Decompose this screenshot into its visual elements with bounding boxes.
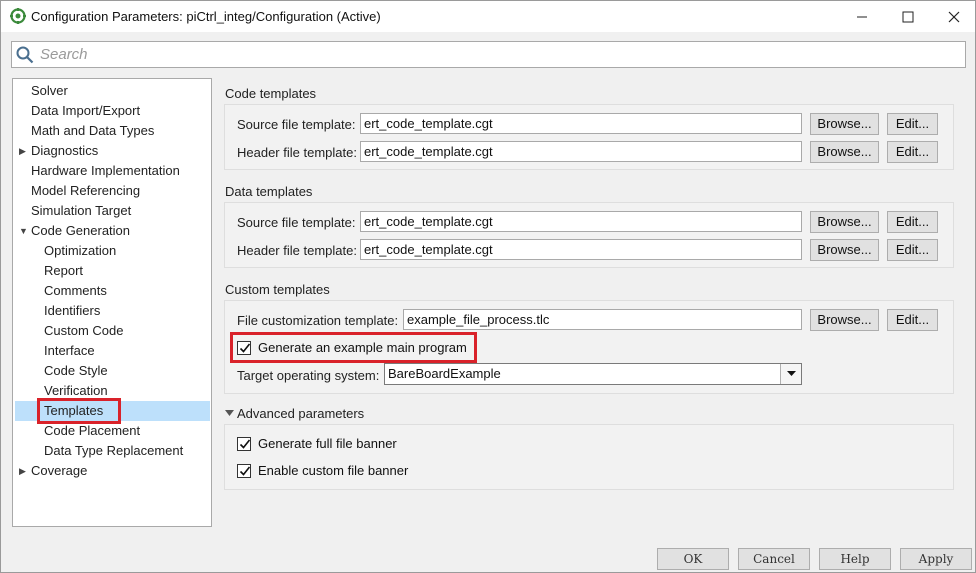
custom-templates-heading: Custom templates — [225, 282, 330, 297]
title-bar: Configuration Parameters: piCtrl_integ/C… — [1, 1, 975, 32]
search-box[interactable] — [11, 41, 966, 68]
tree-item-custom-code[interactable]: Custom Code — [44, 321, 123, 341]
tree-item-comments[interactable]: Comments — [44, 281, 107, 301]
file-customization-edit-button[interactable]: Edit... — [887, 309, 938, 331]
data-header-edit-button[interactable]: Edit... — [887, 239, 938, 261]
code-source-browse-button[interactable]: Browse... — [810, 113, 879, 135]
maximize-button[interactable] — [885, 1, 931, 32]
custom-file-banner-checkbox[interactable] — [237, 464, 251, 478]
file-customization-template-field[interactable]: example_file_process.tlc — [403, 309, 802, 330]
tree-item-data-import-export[interactable]: Data Import/Export — [31, 101, 140, 121]
target-os-value: BareBoardExample — [388, 366, 501, 381]
tree-item-model-referencing[interactable]: Model Referencing — [31, 181, 140, 201]
generate-main-label[interactable]: Generate an example main program — [258, 340, 467, 355]
code-source-template-field[interactable]: ert_code_template.cgt — [360, 113, 802, 134]
code-templates-heading: Code templates — [225, 86, 317, 101]
file-customization-browse-button[interactable]: Browse... — [810, 309, 879, 331]
expand-right-icon[interactable]: ▶ — [19, 141, 29, 161]
window-title: Configuration Parameters: piCtrl_integ/C… — [31, 9, 381, 24]
full-file-banner-label[interactable]: Generate full file banner — [258, 436, 397, 451]
ok-button[interactable]: OK — [657, 548, 729, 570]
tree-item-code-style[interactable]: Code Style — [44, 361, 108, 381]
data-header-template-label: Header file template: — [237, 243, 357, 258]
data-source-template-label: Source file template: — [237, 215, 356, 230]
advanced-parameters-group — [224, 424, 954, 490]
data-header-template-field[interactable]: ert_code_template.cgt — [360, 239, 802, 260]
simulink-app-icon — [10, 8, 26, 24]
target-os-label: Target operating system: — [237, 368, 380, 383]
search-icon — [16, 46, 34, 64]
data-header-browse-button[interactable]: Browse... — [810, 239, 879, 261]
minimize-icon — [857, 16, 867, 17]
code-source-edit-button[interactable]: Edit... — [887, 113, 938, 135]
data-templates-heading: Data templates — [225, 184, 313, 199]
tree-item-identifiers[interactable]: Identifiers — [44, 301, 100, 321]
search-input[interactable] — [40, 44, 940, 65]
cancel-button[interactable]: Cancel — [738, 548, 810, 570]
code-source-template-label: Source file template: — [237, 117, 356, 132]
collapse-down-icon[interactable] — [225, 409, 234, 417]
code-header-template-field[interactable]: ert_code_template.cgt — [360, 141, 802, 162]
custom-file-banner-label[interactable]: Enable custom file banner — [258, 463, 408, 478]
expand-right-icon[interactable]: ▶ — [19, 461, 29, 481]
category-tree: Solver Data Import/Export Math and Data … — [12, 78, 212, 527]
collapse-down-icon[interactable]: ▼ — [19, 221, 29, 241]
target-os-select[interactable]: BareBoardExample — [384, 363, 802, 385]
minimize-button[interactable] — [839, 1, 885, 32]
tree-item-simulation-target[interactable]: Simulation Target — [31, 201, 131, 221]
close-icon — [948, 11, 960, 22]
tree-item-interface[interactable]: Interface — [44, 341, 95, 361]
tree-item-code-placement[interactable]: Code Placement — [44, 421, 140, 441]
tree-item-report[interactable]: Report — [44, 261, 83, 281]
tree-item-solver[interactable]: Solver — [31, 81, 68, 101]
maximize-icon — [902, 11, 914, 22]
help-button[interactable]: Help — [819, 548, 891, 570]
tree-item-math-and-data-types[interactable]: Math and Data Types — [31, 121, 154, 141]
close-button[interactable] — [931, 1, 976, 32]
tree-item-diagnostics[interactable]: Diagnostics — [31, 141, 98, 161]
tree-item-data-type-replacement[interactable]: Data Type Replacement — [44, 441, 183, 461]
code-header-edit-button[interactable]: Edit... — [887, 141, 938, 163]
data-source-edit-button[interactable]: Edit... — [887, 211, 938, 233]
code-header-template-label: Header file template: — [237, 145, 357, 160]
data-source-template-field[interactable]: ert_code_template.cgt — [360, 211, 802, 232]
apply-button[interactable]: Apply — [900, 548, 972, 570]
tree-item-coverage[interactable]: Coverage — [31, 461, 87, 481]
tree-item-verification[interactable]: Verification — [44, 381, 108, 401]
advanced-parameters-heading[interactable]: Advanced parameters — [237, 406, 364, 421]
checkmark-icon — [239, 466, 251, 476]
dropdown-arrow-icon[interactable] — [780, 364, 801, 384]
checkmark-icon — [239, 343, 251, 353]
full-file-banner-checkbox[interactable] — [237, 437, 251, 451]
tree-item-templates[interactable]: Templates — [44, 401, 103, 421]
generate-main-checkbox[interactable] — [237, 341, 251, 355]
checkmark-icon — [239, 439, 251, 449]
data-source-browse-button[interactable]: Browse... — [810, 211, 879, 233]
tree-item-code-generation[interactable]: Code Generation — [31, 221, 130, 241]
tree-item-optimization[interactable]: Optimization — [44, 241, 116, 261]
file-customization-template-label: File customization template: — [237, 313, 399, 328]
tree-item-hardware-implementation[interactable]: Hardware Implementation — [31, 161, 180, 181]
code-header-browse-button[interactable]: Browse... — [810, 141, 879, 163]
